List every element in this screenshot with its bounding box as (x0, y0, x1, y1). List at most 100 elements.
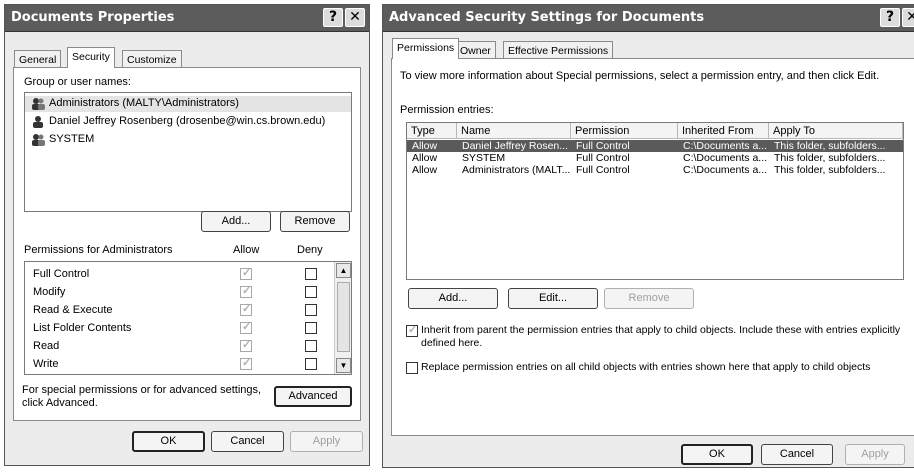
column-header[interactable]: Apply To (769, 123, 903, 139)
close-button[interactable]: ✕ (902, 8, 914, 27)
scroll-thumb[interactable] (337, 282, 350, 352)
table-cell: SYSTEM (462, 152, 506, 164)
allow-checkbox[interactable] (240, 338, 252, 352)
deny-checkbox[interactable] (305, 340, 317, 352)
table-cell: Daniel Jeffrey Rosen... (462, 140, 569, 152)
tab-effective-permissions[interactable]: Effective Permissions (503, 41, 614, 59)
permissions-label: Permissions for Administrators (24, 244, 173, 256)
permission-name: Modify (33, 286, 66, 298)
scroll-down-arrow-icon[interactable]: ▼ (336, 358, 351, 373)
allow-checkbox[interactable] (240, 356, 252, 370)
help-button[interactable]: ? (880, 8, 900, 27)
info-text: To view more information about Special p… (400, 70, 880, 82)
deny-checkbox[interactable] (305, 286, 317, 298)
permission-row: Full Control (25, 266, 335, 282)
inherit-text-1: Inherit from parent the permission entri… (421, 324, 901, 336)
add-user-button[interactable]: Add... (201, 211, 271, 232)
table-cell: Administrators (MALT... (462, 164, 570, 176)
deny-checkbox[interactable] (305, 322, 317, 334)
column-header[interactable]: Name (457, 123, 571, 139)
help-button[interactable]: ? (323, 8, 343, 27)
permission-name: Read (33, 340, 60, 352)
tab-general[interactable]: General (14, 50, 62, 68)
replace-checkbox[interactable] (406, 362, 418, 374)
tab-permissions[interactable]: Permissions (392, 38, 460, 59)
user-name: Administrators (MALTY\Administrators) (49, 97, 239, 109)
user-name: SYSTEM (49, 133, 95, 145)
remove-entry-button[interactable]: Remove (604, 288, 694, 309)
apply-button[interactable]: Apply (290, 431, 363, 452)
table-cell: C:\Documents a... (683, 152, 768, 164)
permission-row: Modify (25, 284, 335, 300)
inherit-checkbox[interactable] (406, 323, 418, 337)
group-label: Group or user names: (24, 76, 131, 88)
deny-checkbox[interactable] (305, 358, 317, 370)
deny-checkbox[interactable] (305, 268, 317, 280)
column-header[interactable]: Inherited From (678, 123, 769, 139)
permissions-tab-panel: To view more information about Special p… (391, 58, 914, 436)
table-cell: Full Control (576, 152, 630, 164)
allow-checkbox[interactable] (240, 284, 252, 298)
table-cell: Allow (412, 152, 438, 164)
documents-properties-window: Documents Properties ? ✕ General Securit… (4, 4, 370, 466)
table-row[interactable]: Allow Administrators (MALT... Full Control… (407, 164, 903, 176)
ok-button[interactable]: OK (681, 444, 753, 465)
table-cell: This folder, subfolders... (774, 140, 886, 152)
security-tab-panel: Group or user names: Administrators (MAL… (13, 67, 361, 421)
ok-button[interactable]: OK (132, 431, 205, 452)
right-window-title: Advanced Security Settings for Documents (389, 10, 705, 25)
remove-user-button[interactable]: Remove (280, 211, 350, 232)
right-titlebar: Advanced Security Settings for Documents… (383, 5, 914, 32)
advanced-button[interactable]: Advanced (274, 386, 352, 407)
entries-label: Permission entries: (400, 104, 494, 116)
special-permissions-text-1: For special permissions or for advanced … (22, 384, 262, 396)
user-list[interactable]: Administrators (MALTY\Administrators) Da… (24, 92, 352, 212)
close-button[interactable]: ✕ (345, 8, 365, 27)
table-cell: This folder, subfolders... (774, 152, 886, 164)
replace-text: Replace permission entries on all child … (421, 361, 871, 373)
table-cell: Full Control (576, 140, 630, 152)
permissions-scrollbar[interactable]: ▲ ▼ (334, 262, 351, 374)
permission-row: Write (25, 356, 335, 372)
list-item-daniel[interactable]: Daniel Jeffrey Rosenberg (drosenbe@win.c… (25, 114, 351, 130)
permission-row: Read (25, 338, 335, 354)
user-name: Daniel Jeffrey Rosenberg (drosenbe@win.c… (49, 115, 326, 127)
permission-name: Full Control (33, 268, 90, 280)
permissions-list[interactable]: Full Control Modify Read & Execute List Fol… (24, 261, 352, 375)
allow-checkbox[interactable] (240, 302, 252, 316)
group-icon (32, 134, 45, 146)
inherit-text-2: defined here. (421, 337, 483, 349)
table-cell: Allow (412, 164, 438, 176)
apply-button[interactable]: Apply (845, 444, 905, 465)
table-cell: C:\Documents a... (683, 164, 768, 176)
deny-header: Deny (297, 244, 323, 256)
tab-customize[interactable]: Customize (122, 50, 182, 68)
table-cell: Full Control (576, 164, 630, 176)
cancel-button[interactable]: Cancel (211, 431, 284, 452)
column-header[interactable]: Permission (571, 123, 678, 139)
column-header[interactable]: Type (407, 123, 457, 139)
left-window-title: Documents Properties (11, 10, 175, 25)
tab-security[interactable]: Security (67, 47, 115, 68)
table-row[interactable]: Allow SYSTEM Full Control C:\Documents a...… (407, 152, 903, 164)
allow-checkbox[interactable] (240, 320, 252, 334)
permission-row: List Folder Contents (25, 320, 335, 336)
allow-checkbox[interactable] (240, 266, 252, 280)
left-titlebar: Documents Properties ? ✕ (5, 5, 369, 32)
deny-checkbox[interactable] (305, 304, 317, 316)
table-cell: C:\Documents a... (683, 140, 768, 152)
table-cell: This folder, subfolders... (774, 164, 886, 176)
edit-entry-button[interactable]: Edit... (508, 288, 598, 309)
scroll-up-arrow-icon[interactable]: ▲ (336, 263, 351, 278)
allow-header: Allow (233, 244, 260, 256)
permission-name: List Folder Contents (33, 322, 132, 334)
permission-entries-table[interactable]: Type Name Permission Inherited From Apply To… (406, 122, 904, 280)
cancel-button[interactable]: Cancel (761, 444, 833, 465)
list-item-administrators[interactable]: Administrators (MALTY\Administrators) (25, 96, 351, 112)
add-entry-button[interactable]: Add... (408, 288, 498, 309)
table-row[interactable]: Allow Daniel Jeffrey Rosen... Full Control… (407, 140, 903, 152)
permission-name: Read & Execute (33, 304, 113, 316)
tab-owner[interactable]: Owner (455, 41, 496, 59)
permission-name: Write (33, 358, 59, 370)
list-item-system[interactable]: SYSTEM (25, 132, 351, 148)
